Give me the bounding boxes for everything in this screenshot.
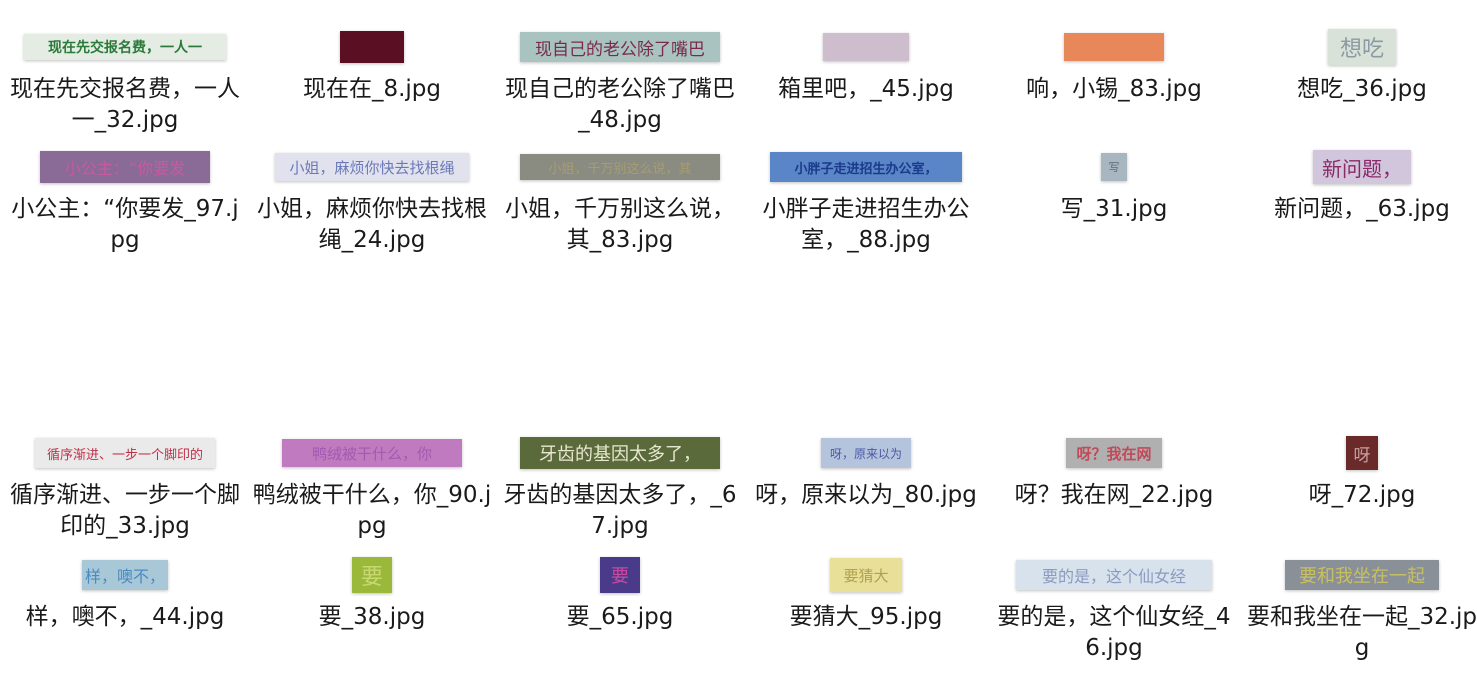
file-name: 要_65.jpg: [566, 604, 674, 630]
image-thumbnail: 新问题，: [1313, 150, 1411, 184]
file-item[interactable]: 要猜大 要猜大_95.jpg: [746, 550, 986, 633]
file-item[interactable]: 小姐，千万别这么说，其 小姐，千万别这么说，其_83.jpg: [500, 142, 740, 256]
file-item[interactable]: 小公主：“你要发 小公主：“你要发_97.jpg: [5, 142, 245, 256]
image-thumbnail: 呀？我在网: [1066, 438, 1162, 468]
file-item[interactable]: 呀？我在网 呀？我在网_22.jpg: [994, 428, 1234, 511]
file-item[interactable]: 现自己的老公除了嘴巴 现自己的老公除了嘴巴_48.jpg: [500, 22, 740, 136]
image-thumbnail: 想吃: [1328, 29, 1396, 65]
file-item[interactable]: 样，噢不， 样，噢不，_44.jpg: [5, 550, 245, 633]
image-thumbnail: 小公主：“你要发: [40, 151, 210, 183]
file-name: 新问题，_63.jpg: [1274, 196, 1450, 222]
file-name: 样，噢不，_44.jpg: [25, 604, 225, 630]
file-item[interactable]: 新问题， 新问题，_63.jpg: [1242, 142, 1477, 225]
file-item[interactable]: 呀 呀_72.jpg: [1242, 428, 1477, 511]
image-thumbnail: 写: [1101, 153, 1127, 181]
image-thumbnail: 呀，原来以为: [821, 438, 911, 468]
file-name: 写_31.jpg: [1060, 196, 1168, 222]
file-name: 响，小锡_83.jpg: [1026, 76, 1202, 102]
file-item[interactable]: 小姐，麻烦你快去找根绳 小姐，麻烦你快去找根绳_24.jpg: [252, 142, 492, 256]
file-name: 想吃_36.jpg: [1297, 76, 1427, 102]
image-thumbnail: 牙齿的基因太多了，: [520, 437, 720, 469]
image-thumbnail: 现自己的老公除了嘴巴: [520, 32, 720, 62]
file-item[interactable]: 想吃 想吃_36.jpg: [1242, 22, 1477, 105]
file-item[interactable]: 现在先交报名费，一人一 现在先交报名费，一人一_32.jpg: [5, 22, 245, 136]
file-name: 现在在_8.jpg: [302, 76, 442, 102]
image-thumbnail: [823, 33, 909, 61]
file-name: 呀？我在网_22.jpg: [1014, 482, 1214, 508]
image-thumbnail: 要和我坐在一起: [1285, 560, 1439, 590]
file-name: 呀，原来以为_80.jpg: [755, 482, 977, 508]
image-thumbnail: 小胖子走进招生办公室，: [770, 152, 962, 182]
image-thumbnail: 鸭绒被干什么，你: [282, 439, 462, 467]
image-thumbnail: 呀: [1346, 436, 1378, 470]
file-name: 要和我坐在一起_32.jpg: [1246, 604, 1477, 661]
file-item[interactable]: 写 写_31.jpg: [994, 142, 1234, 225]
file-item[interactable]: 小胖子走进招生办公室， 小胖子走进招生办公室，_88.jpg: [746, 142, 986, 256]
image-thumbnail: 要: [352, 557, 392, 593]
image-thumbnail: [1064, 33, 1164, 61]
file-item[interactable]: 要和我坐在一起 要和我坐在一起_32.jpg: [1242, 550, 1477, 664]
file-name: 要的是，这个仙女经_46.jpg: [997, 604, 1231, 661]
image-thumbnail: 要猜大: [830, 558, 902, 592]
image-thumbnail: 样，噢不，: [82, 560, 168, 590]
file-item[interactable]: 鸭绒被干什么，你 鸭绒被干什么，你_90.jpg: [252, 428, 492, 542]
file-item[interactable]: 响，小锡_83.jpg: [994, 22, 1234, 105]
file-name: 要_38.jpg: [318, 604, 426, 630]
file-name: 要猜大_95.jpg: [789, 604, 943, 630]
file-item[interactable]: 要 要_38.jpg: [252, 550, 492, 633]
image-thumbnail: 要: [600, 557, 640, 593]
file-item[interactable]: 箱里吧，_45.jpg: [746, 22, 986, 105]
file-name: 小姐，千万别这么说，其_83.jpg: [505, 196, 735, 253]
file-item[interactable]: 要 要_65.jpg: [500, 550, 740, 633]
file-name: 牙齿的基因太多了，_67.jpg: [503, 482, 737, 539]
file-item[interactable]: 牙齿的基因太多了， 牙齿的基因太多了，_67.jpg: [500, 428, 740, 542]
file-item[interactable]: 要的是，这个仙女经 要的是，这个仙女经_46.jpg: [994, 550, 1234, 664]
file-name: 现自己的老公除了嘴巴_48.jpg: [505, 76, 735, 133]
file-name: 鸭绒被干什么，你_90.jpg: [252, 482, 492, 539]
image-thumbnail: 循序渐进、一步一个脚印的: [35, 438, 215, 468]
file-name: 小胖子走进招生办公室，_88.jpg: [762, 196, 970, 253]
file-name: 箱里吧，_45.jpg: [778, 76, 954, 102]
file-item[interactable]: 呀，原来以为 呀，原来以为_80.jpg: [746, 428, 986, 511]
file-name: 呀_72.jpg: [1308, 482, 1416, 508]
image-thumbnail: 现在先交报名费，一人一: [24, 34, 226, 60]
file-name: 小公主：“你要发_97.jpg: [11, 196, 239, 253]
file-item[interactable]: 循序渐进、一步一个脚印的 循序渐进、一步一个脚印的_33.jpg: [5, 428, 245, 542]
image-thumbnail: 小姐，千万别这么说，其: [520, 154, 720, 180]
file-item[interactable]: 现在在_8.jpg: [252, 22, 492, 105]
file-name: 小姐，麻烦你快去找根绳_24.jpg: [257, 196, 487, 253]
file-name: 现在先交报名费，一人一_32.jpg: [10, 76, 240, 133]
file-name: 循序渐进、一步一个脚印的_33.jpg: [10, 482, 240, 539]
image-thumbnail: [340, 31, 404, 63]
image-thumbnail: 小姐，麻烦你快去找根绳: [275, 153, 469, 181]
image-thumbnail: 要的是，这个仙女经: [1016, 560, 1212, 590]
